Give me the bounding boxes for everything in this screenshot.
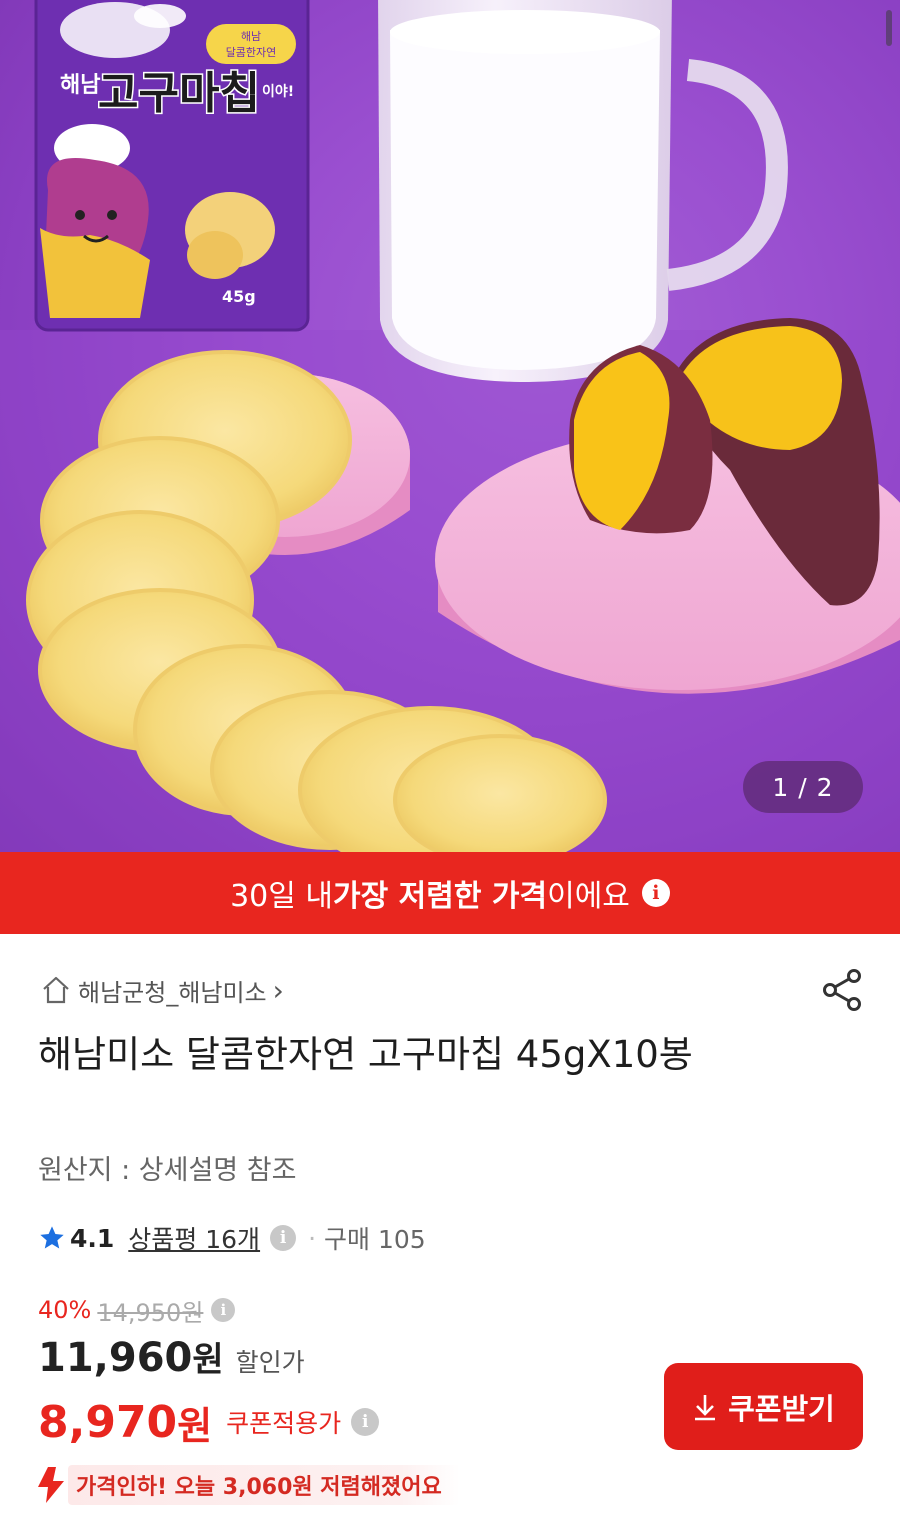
coupon-button-label: 쿠폰받기 xyxy=(728,1393,835,1426)
sale-price: 11,960 xyxy=(38,1335,193,1381)
svg-text:이야!: 이야! xyxy=(262,83,294,100)
price-drop-text: 가격인하! 오늘 3,060원 저렴해졌어요 xyxy=(68,1465,460,1505)
image-page-indicator: 1 / 2 xyxy=(743,761,863,813)
get-coupon-button[interactable]: 쿠폰받기 xyxy=(664,1363,863,1450)
original-price: 14,950원 xyxy=(97,1298,204,1327)
star-icon xyxy=(40,1226,64,1249)
product-origin: 원산지 : 상세설명 참조 xyxy=(38,1155,297,1186)
package-illustration: 해남 달콤한자연 해남 고구마칩 이야! 45g xyxy=(34,0,310,332)
separator-dot: · xyxy=(308,1223,317,1253)
chevron-right-icon: › xyxy=(272,973,284,1007)
info-icon[interactable]: i xyxy=(211,1298,236,1322)
store-name: 해남군청_해남미소 xyxy=(78,978,267,1007)
banner-text-suffix: 이에요 xyxy=(547,879,630,914)
discount-percent: 40% xyxy=(38,1296,92,1324)
banner-text-prefix: 30일 내 xyxy=(230,879,333,914)
price-down-arrow-icon xyxy=(38,1467,64,1503)
purchase-count: 구매 105 xyxy=(324,1225,426,1254)
sale-price-unit: 원 xyxy=(192,1340,224,1380)
svg-text:45g: 45g xyxy=(222,287,256,306)
lowest-price-banner[interactable]: 30일 내 가장 저렴한 가격 이에요 i xyxy=(0,852,900,934)
coupon-price-unit: 원 xyxy=(177,1403,213,1448)
product-title: 해남미소 달콤한자연 고구마칩 45gX10봉 xyxy=(38,1033,693,1076)
store-link[interactable]: 해남군청_해남미소 › xyxy=(40,970,284,1010)
banner-text-bold: 가장 저렴한 가격 xyxy=(333,879,548,914)
share-icon[interactable] xyxy=(820,966,868,1014)
product-image-carousel[interactable]: 해남 달콤한자연 해남 고구마칩 이야! 45g 1 / 2 xyxy=(0,0,900,852)
coupon-price-row: 8,970 원 쿠폰적용가 i xyxy=(38,1392,380,1452)
coupon-price-label: 쿠폰적용가 xyxy=(226,1409,342,1438)
svg-text:해남: 해남 xyxy=(60,73,100,98)
sale-price-row: 11,960 원 할인가 xyxy=(38,1332,305,1384)
price-drop-notice: 가격인하! 오늘 3,060원 저렴해졌어요 xyxy=(34,1464,460,1506)
scroll-indicator xyxy=(886,10,892,46)
download-icon xyxy=(695,1394,716,1420)
sale-price-label: 할인가 xyxy=(235,1348,305,1377)
info-icon[interactable]: i xyxy=(641,879,670,907)
svg-text:달콤한자연: 달콤한자연 xyxy=(226,46,277,59)
milk-glass xyxy=(378,0,788,382)
info-icon[interactable]: i xyxy=(351,1408,380,1436)
svg-text:고구마칩: 고구마칩 xyxy=(98,68,260,119)
coupon-price: 8,970 xyxy=(38,1396,178,1448)
rating-score: 4.1 xyxy=(70,1223,115,1253)
rating-row: 4.1 상품평 16개 i · 구매 105 xyxy=(38,1218,426,1258)
reviews-link[interactable]: 상품평 16개 xyxy=(128,1220,260,1256)
home-icon xyxy=(43,976,69,1004)
original-price-row: 40% 14,950원 i xyxy=(38,1292,236,1328)
svg-text:해남: 해남 xyxy=(241,29,261,43)
product-photo: 해남 달콤한자연 해남 고구마칩 이야! 45g xyxy=(0,0,900,852)
info-icon[interactable]: i xyxy=(270,1225,297,1251)
